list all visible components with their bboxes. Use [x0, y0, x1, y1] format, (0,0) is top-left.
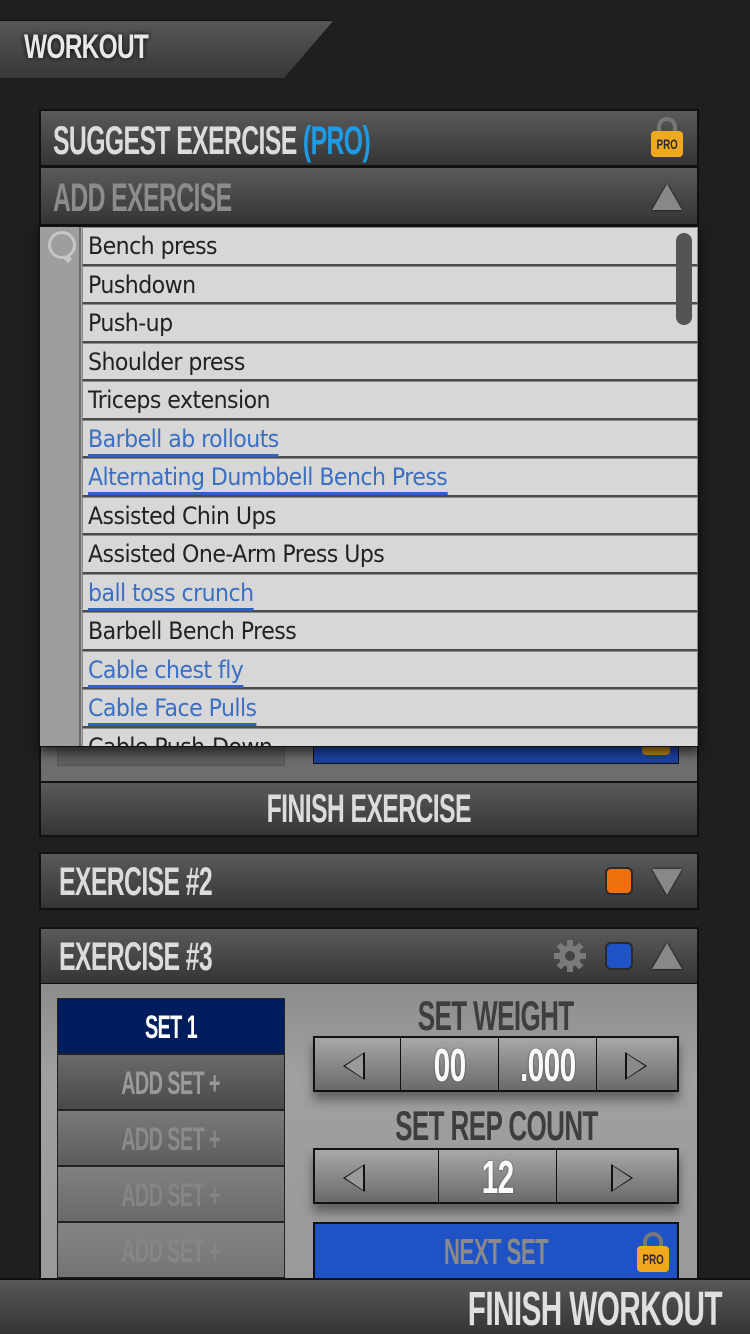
finish-workout-button[interactable]: FINISH WORKOUT	[0, 1278, 750, 1334]
set-rep-count-label: SET REP COUNT	[394, 1102, 598, 1149]
add-exercise-title: ADD EXERCISE	[53, 176, 232, 220]
exercise-list-item[interactable]: Cable Face Pulls	[82, 689, 698, 728]
rep-count-field[interactable]: 12	[439, 1150, 557, 1203]
set-button-label: ADD SET +	[121, 1233, 221, 1269]
exercise-list-item-label: Barbell Bench Press	[88, 617, 297, 645]
suggest-exercise-header[interactable]: SUGGEST EXERCISE (PRO) PRO	[39, 109, 699, 167]
exercise-list-item-label: Bench press	[88, 232, 218, 260]
set-1-button[interactable]: SET 1	[57, 998, 285, 1054]
add-set-button[interactable]: ADD SET +	[57, 1110, 285, 1166]
pro-lock-icon: PRO	[637, 1232, 669, 1272]
exercise3-color-swatch[interactable]	[605, 942, 633, 970]
page-title: WORKOUT	[24, 28, 149, 66]
finish-exercise-label: FINISH EXERCISE	[266, 787, 472, 831]
weight-stepper: 00 .000	[313, 1036, 679, 1092]
exercise-list-item[interactable]: Assisted Chin Ups	[82, 496, 698, 535]
exercise-list-item[interactable]: Cable chest fly	[82, 650, 698, 689]
weight-whole-value: 00	[433, 1039, 467, 1091]
pro-tag: (PRO)	[302, 119, 371, 163]
exercise-dropdown-list[interactable]: Bench press Pushdown Push-up Shoulder press…	[39, 226, 699, 747]
set-button-label: SET 1	[144, 1009, 198, 1045]
exercise-list-item[interactable]: Barbell Bench Press	[82, 612, 698, 651]
exercise-list-item[interactable]: Barbell ab rollouts	[82, 419, 698, 458]
arrow-right-icon	[611, 1164, 633, 1192]
exercise-list-item-label: Cable chest fly	[88, 655, 244, 688]
pro-lock-icon: PRO	[651, 117, 683, 157]
exercise-list-item-label: ball toss crunch	[88, 578, 254, 611]
exercise-list-item[interactable]: Alternating Dumbbell Bench Press	[82, 458, 698, 497]
exercise-list-item[interactable]: ball toss crunch	[82, 573, 698, 612]
exercise-list-item[interactable]: Cable Push-Down	[82, 727, 698, 747]
arrow-left-icon	[343, 1052, 365, 1080]
exercise-list-item-label: Triceps extension	[88, 386, 271, 414]
list-scrollbar[interactable]	[676, 233, 692, 325]
set-weight-label: SET WEIGHT	[418, 992, 574, 1039]
search-gutter	[40, 227, 81, 746]
next-set-label: NEXT SET	[443, 1231, 549, 1272]
exercise-list-item-label: Push-up	[88, 309, 173, 337]
rep-increase-button[interactable]	[557, 1150, 677, 1202]
exercise-list-item-label: Cable Face Pulls	[88, 693, 257, 726]
exercise3-header[interactable]: EXERCISE #3	[39, 927, 699, 985]
suggest-exercise-title: SUGGEST EXERCISE	[53, 119, 297, 163]
rep-stepper: 12	[313, 1148, 679, 1204]
pro-lock-label: PRO	[642, 1251, 664, 1267]
collapse-up-icon[interactable]	[652, 184, 682, 210]
set-button-label: ADD SET +	[121, 1121, 221, 1157]
weight-decrease-button[interactable]	[315, 1038, 401, 1090]
exercise2-header[interactable]: EXERCISE #2	[39, 852, 699, 910]
set-button-label: ADD SET +	[121, 1065, 221, 1101]
add-set-button[interactable]: ADD SET +	[57, 1054, 285, 1110]
exercise3-body: SET 1 ADD SET + ADD SET + ADD SET + ADD SET …	[39, 984, 699, 1284]
exercise-list-item[interactable]: Bench press	[82, 227, 698, 266]
search-icon[interactable]	[48, 231, 76, 259]
add-set-button[interactable]: ADD SET +	[57, 1166, 285, 1222]
exercise-list-item-label: Barbell ab rollouts	[88, 424, 279, 457]
finish-exercise-button[interactable]: FINISH EXERCISE	[39, 781, 699, 837]
add-set-button[interactable]: ADD SET +	[57, 1222, 285, 1278]
exercise-list-item[interactable]: Pushdown	[82, 265, 698, 304]
expand-down-icon[interactable]	[652, 869, 682, 895]
rep-decrease-button[interactable]	[315, 1150, 439, 1202]
gear-icon[interactable]	[553, 939, 587, 973]
exercise-list-item[interactable]: Shoulder press	[82, 342, 698, 381]
exercise-list-item-label: Pushdown	[88, 270, 196, 299]
exercise-list-item-label: Shoulder press	[88, 347, 245, 376]
exercise2-title: EXERCISE #2	[59, 860, 213, 904]
exercise3-title: EXERCISE #3	[59, 935, 213, 979]
arrow-left-icon	[343, 1164, 365, 1192]
exercise-list-item-label: Assisted Chin Ups	[88, 501, 276, 530]
exercise-list-item[interactable]: Assisted One-Arm Press Ups	[82, 535, 698, 574]
set-button-label: ADD SET +	[121, 1177, 221, 1213]
collapse-up-icon[interactable]	[652, 943, 682, 969]
exercise-list-item-label: Cable Push-Down	[88, 732, 273, 747]
exercise-list-item-label: Assisted One-Arm Press Ups	[88, 540, 385, 568]
weight-increase-button[interactable]	[597, 1038, 677, 1090]
weight-whole-field[interactable]: 00	[401, 1038, 499, 1091]
next-set-button[interactable]: NEXT SET PRO	[313, 1222, 679, 1280]
rep-count-value: 12	[481, 1151, 515, 1203]
finish-workout-label: FINISH WORKOUT	[467, 1283, 723, 1334]
exercise-list-item-label: Alternating Dumbbell Bench Press	[88, 462, 448, 495]
exercise2-color-swatch[interactable]	[605, 867, 633, 895]
add-exercise-header[interactable]: ADD EXERCISE	[39, 166, 699, 226]
pro-lock-label: PRO	[656, 136, 678, 152]
weight-fraction-value: .000	[519, 1039, 576, 1091]
arrow-right-icon	[625, 1052, 647, 1080]
weight-fraction-field[interactable]: .000	[499, 1038, 597, 1091]
exercise-list-item[interactable]: Push-up	[82, 304, 698, 343]
exercise-list: Bench press Pushdown Push-up Shoulder press…	[82, 227, 698, 747]
exercise-list-item[interactable]: Triceps extension	[82, 381, 698, 420]
